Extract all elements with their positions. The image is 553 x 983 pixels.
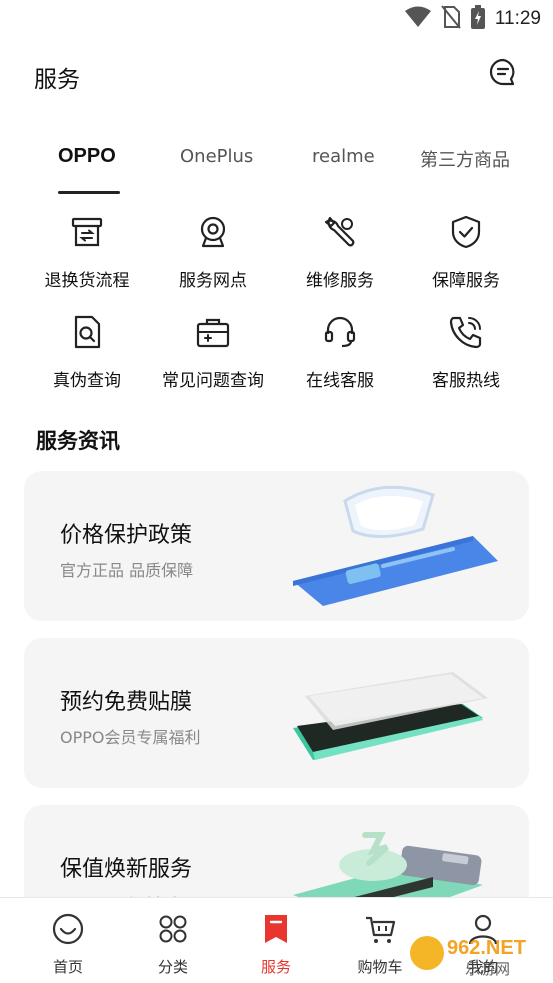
card-title: 保值焕新服务 (60, 857, 193, 882)
service-hotline[interactable]: 客服热线 (403, 312, 529, 402)
nav-category[interactable]: 分类 (128, 912, 218, 977)
active-tab-indicator (58, 191, 120, 194)
nav-service[interactable]: 服务 (231, 912, 321, 977)
service-bookmark-icon (259, 912, 293, 950)
status-time: 11:29 (494, 8, 541, 29)
wifi-icon (404, 6, 431, 32)
film-phone-illustration (293, 672, 488, 760)
nav-label: 购物车 (357, 958, 403, 976)
site-watermark: 962.NET 乐游网 (410, 936, 526, 978)
phone-call-icon (446, 312, 486, 352)
service-repair[interactable]: 维修服务 (277, 212, 403, 302)
service-label: 在线客服 (306, 371, 374, 391)
wrench-icon (320, 212, 360, 252)
cart-icon (363, 912, 397, 950)
service-authenticity[interactable]: 真伪查询 (24, 312, 150, 402)
service-outlets[interactable]: 服务网点 (150, 212, 276, 302)
no-sim-icon (441, 5, 461, 33)
service-label: 保障服务 (432, 271, 500, 291)
service-online-support[interactable]: 在线客服 (277, 312, 403, 402)
service-label: 维修服务 (306, 271, 374, 291)
battery-charging-icon (470, 5, 485, 33)
status-icons: 11:29 (404, 5, 541, 33)
service-label: 真伪查询 (53, 371, 121, 391)
card-subtitle: 官方正品 品质保障 (60, 561, 194, 580)
home-face-icon (51, 912, 85, 950)
header: 服务 (0, 50, 553, 102)
news-card-price-protection[interactable]: 价格保护政策 官方正品 品质保障 (24, 471, 529, 621)
location-pin-icon (193, 212, 233, 252)
tab-realme[interactable]: realme (312, 146, 375, 167)
shield-check-icon (446, 212, 486, 252)
nav-label: 分类 (157, 958, 188, 976)
section-title-news: 服务资讯 (36, 429, 120, 453)
card-subtitle: OPPO会员专属福利 (60, 728, 201, 747)
card-title: 价格保护政策 (60, 523, 193, 548)
headset-icon (320, 312, 360, 352)
nav-label: 服务 (260, 958, 291, 976)
chat-bubble-icon (489, 58, 517, 90)
page-title: 服务 (34, 67, 80, 93)
service-grid: 退换货流程 服务网点 维修服务 保障服务 真伪查询 常见问题查询 在线客服 客服… (0, 212, 553, 402)
news-card-free-film[interactable]: 预约免费贴膜 OPPO会员专属福利 (24, 638, 529, 788)
nav-label: 首页 (52, 958, 83, 976)
service-label: 客服热线 (432, 371, 500, 391)
watermark-subtext: 乐游网 (465, 960, 510, 978)
tab-oppo[interactable]: OPPO (58, 145, 116, 168)
tab-oneplus[interactable]: OnePlus (180, 146, 253, 167)
watermark-text: 962.NET (447, 937, 526, 959)
price-protection-illustration (293, 485, 498, 606)
status-bar: 11:29 (0, 0, 553, 38)
service-return[interactable]: 退换货流程 (24, 212, 150, 302)
return-box-icon (67, 212, 107, 252)
service-faq[interactable]: 常见问题查询 (150, 312, 276, 402)
nav-home[interactable]: 首页 (23, 912, 113, 977)
service-label: 常见问题查询 (162, 371, 264, 391)
brand-tabs: OPPO OnePlus realme 第三方商品 (0, 138, 553, 196)
first-aid-kit-icon (193, 312, 233, 352)
doc-search-icon (67, 312, 107, 352)
service-label: 服务网点 (179, 271, 247, 291)
tab-third-party[interactable]: 第三方商品 (420, 146, 510, 172)
service-protection[interactable]: 保障服务 (403, 212, 529, 302)
service-label: 退换货流程 (44, 271, 130, 291)
message-button[interactable] (487, 58, 519, 90)
card-title: 预约免费贴膜 (60, 690, 193, 715)
category-grid-icon (156, 912, 190, 950)
